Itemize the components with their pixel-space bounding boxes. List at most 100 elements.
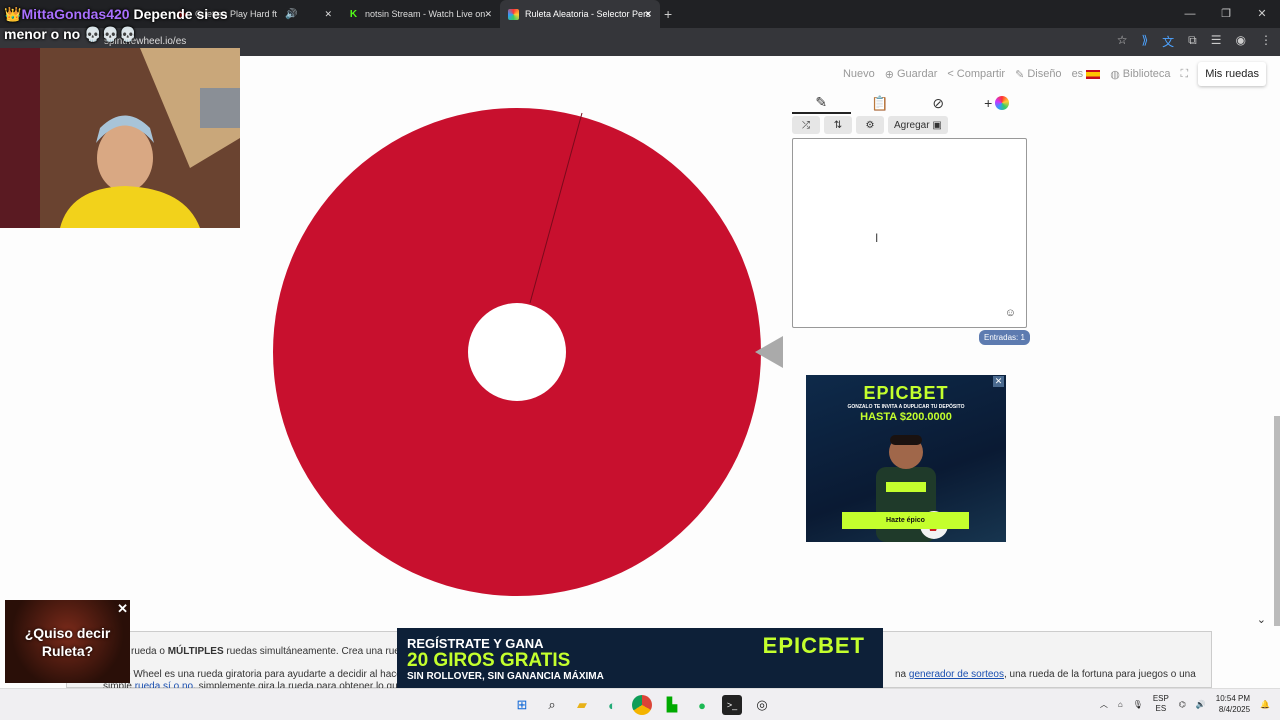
ad-cta-button[interactable]: Hazte épico bbox=[842, 512, 969, 529]
window-controls: — ❐ ✕ bbox=[1172, 0, 1280, 28]
spotify-icon[interactable]: ● bbox=[692, 695, 712, 715]
clock[interactable]: 10:54 PM 8/4/2025 bbox=[1216, 693, 1250, 715]
extension-icon[interactable]: ⟫ bbox=[1141, 33, 1148, 50]
text-frag: , una rueda de la fortuna para juegos o … bbox=[1003, 669, 1196, 680]
tab-label: notsin Stream - Watch Live on bbox=[365, 9, 486, 19]
obs-icon[interactable]: ◎ bbox=[752, 695, 772, 715]
menu-icon[interactable]: ⋮ bbox=[1260, 33, 1272, 50]
tab-kick[interactable]: K notsin Stream - Watch Live on ✕ bbox=[340, 0, 500, 28]
close-ad-icon[interactable]: ✕ bbox=[993, 376, 1004, 387]
new-tab-icon[interactable]: + bbox=[664, 6, 672, 22]
brush-icon: ✎ bbox=[1015, 68, 1025, 81]
tab-edit[interactable]: ✎ bbox=[792, 92, 851, 114]
kick-icon: K bbox=[349, 8, 358, 20]
minimize-icon[interactable]: — bbox=[1172, 0, 1208, 28]
ad-subtitle: GONZALO TE INVITA A DUPLICAR TU DEPÓSITO bbox=[847, 404, 965, 410]
color-wheel-icon bbox=[995, 96, 1010, 110]
roulette-overlay-card: ¿Quiso decir Ruleta? ✕ bbox=[5, 600, 130, 683]
shuffle-button[interactable]: ⤮ bbox=[792, 116, 820, 134]
spain-flag-icon bbox=[1086, 69, 1101, 79]
compartir-label: Compartir bbox=[956, 68, 1006, 80]
puzzle-icon[interactable]: ⧉ bbox=[1188, 33, 1197, 50]
translate-icon[interactable]: 文 bbox=[1162, 33, 1174, 50]
lang-code: ESP bbox=[1152, 694, 1169, 703]
mis-ruedas-button[interactable]: Mis ruedas bbox=[1198, 62, 1266, 86]
image-icon: ▣ bbox=[932, 119, 942, 131]
page-scrollbar[interactable] bbox=[1274, 416, 1280, 626]
sort-icon: ⇅ bbox=[833, 119, 843, 131]
side-ad-banner[interactable]: EPICBET GONZALO TE INVITA A DUPLICAR TU … bbox=[806, 375, 1006, 542]
description-line-2: e Wheel es una rueda giratoria para ayud… bbox=[125, 669, 414, 680]
windows-taskbar: ⊞ ⌕ ▰ ◐ ▙ ● >_ ◎ ︿ ⌂ 🎙 ESP ES ⌬ 🔊 10:54 P… bbox=[0, 688, 1280, 720]
wifi-icon[interactable]: ⌬ bbox=[1179, 700, 1186, 709]
lang-label: es bbox=[1071, 68, 1084, 80]
roulette-card-text: ¿Quiso decir Ruleta? bbox=[5, 624, 130, 660]
volume-icon[interactable]: 🔊 bbox=[1196, 700, 1206, 709]
wheel-svg bbox=[273, 108, 761, 596]
restore-icon[interactable]: ❐ bbox=[1208, 0, 1244, 28]
tab-add-wheel[interactable]: + bbox=[968, 92, 1027, 114]
biblioteca-label: Biblioteca bbox=[1122, 68, 1171, 80]
input-language[interactable]: ESP ES bbox=[1153, 694, 1169, 714]
wheel-favicon-icon bbox=[508, 8, 519, 20]
roulette-line-1: ¿Quiso decir bbox=[24, 625, 111, 641]
ad-line-1: REGÍSTRATE Y GANA bbox=[407, 636, 544, 651]
compartir-button[interactable]: < Compartir bbox=[947, 68, 1005, 80]
windows-start-icon[interactable]: ⊞ bbox=[512, 695, 532, 715]
spin-wheel[interactable] bbox=[272, 107, 762, 597]
settings-button[interactable]: ⚙ bbox=[856, 116, 884, 134]
entries-textarea[interactable]: I ☺ bbox=[792, 138, 1027, 328]
diseno-button[interactable]: ✎ Diseño bbox=[1015, 68, 1061, 81]
chevron-down-icon[interactable]: ⌄ bbox=[1257, 613, 1266, 626]
bottom-ad-banner[interactable]: REGÍSTRATE Y GANA 20 GIROS GRATIS SIN RO… bbox=[397, 628, 883, 688]
network-app-icon[interactable]: ⌂ bbox=[1118, 700, 1123, 709]
search-icon[interactable]: ⌕ bbox=[542, 695, 562, 715]
emoji-icon[interactable]: ☺ bbox=[1005, 307, 1016, 319]
agregar-image-button[interactable]: Agregar ▣ bbox=[888, 116, 948, 134]
fullscreen-icon[interactable]: ⛶ bbox=[1181, 68, 1189, 81]
globe-icon: ◍ bbox=[1110, 68, 1120, 81]
close-overlay-icon[interactable]: ✕ bbox=[117, 601, 128, 617]
wheel-center-hub[interactable] bbox=[468, 303, 566, 401]
agregar-label: Agregar bbox=[894, 119, 930, 131]
tray-chevron-icon[interactable]: ︿ bbox=[1100, 699, 1108, 710]
sort-button[interactable]: ⇅ bbox=[824, 116, 852, 134]
ad-line-3: SIN ROLLOVER, SIN GANANCIA MÁXIMA bbox=[407, 671, 604, 682]
close-tab-icon[interactable]: ✕ bbox=[484, 9, 492, 20]
text-frag: na bbox=[895, 669, 909, 680]
generador-link[interactable]: generador de sorteos bbox=[909, 669, 1004, 680]
tab-hidden[interactable]: ⊘ bbox=[909, 92, 968, 114]
entries-count-badge: Entradas: 1 bbox=[979, 330, 1030, 345]
chrome-icon[interactable] bbox=[632, 695, 652, 715]
terminal-icon[interactable]: >_ bbox=[722, 695, 742, 715]
speaker-icon[interactable]: 🔊 bbox=[285, 9, 297, 20]
media-icon[interactable]: ☰ bbox=[1211, 33, 1222, 50]
close-tab-icon[interactable]: ✕ bbox=[324, 9, 332, 20]
tab-label: Ruleta Aleatoria - Selector Pers bbox=[525, 9, 651, 19]
file-explorer-icon[interactable]: ▰ bbox=[572, 695, 592, 715]
edge-icon[interactable]: ◐ bbox=[602, 695, 622, 715]
ad-prize: HASTA $200.0000 bbox=[860, 411, 952, 423]
kick-app-icon[interactable]: ▙ bbox=[662, 695, 682, 715]
nuevo-button[interactable]: Nuevo bbox=[843, 68, 875, 80]
tab-spinthewheel[interactable]: Ruleta Aleatoria - Selector Pers ✕ bbox=[500, 0, 660, 28]
webcam-overlay bbox=[0, 48, 240, 228]
biblioteca-button[interactable]: ◍ Biblioteca bbox=[1110, 68, 1170, 81]
language-selector[interactable]: es bbox=[1072, 68, 1101, 80]
notification-icon[interactable]: 🔔 bbox=[1260, 700, 1270, 709]
tab-results[interactable]: 📋 bbox=[851, 92, 910, 114]
guardar-button[interactable]: ⊕ Guardar bbox=[885, 68, 938, 81]
chat-overlay-message: 👑MittaGondas420 Depende si es menor o no… bbox=[4, 4, 244, 44]
editor-toolbar: ⤮ ⇅ ⚙ Agregar ▣ bbox=[792, 116, 948, 134]
profile-icon[interactable]: ◉ bbox=[1236, 33, 1246, 50]
time: 10:54 PM bbox=[1215, 694, 1251, 703]
close-window-icon[interactable]: ✕ bbox=[1244, 0, 1280, 28]
guardar-label: Guardar bbox=[897, 68, 938, 80]
system-tray: ︿ ⌂ 🎙 ESP ES ⌬ 🔊 10:54 PM 8/4/2025 🔔 bbox=[1100, 693, 1270, 715]
bookmark-star-icon[interactable]: ☆ bbox=[1117, 33, 1128, 50]
mic-icon[interactable]: 🎙 bbox=[1133, 700, 1143, 709]
plus-icon: + bbox=[984, 95, 993, 111]
close-tab-icon[interactable]: ✕ bbox=[644, 9, 652, 20]
top-nav: Nuevo ⊕ Guardar < Compartir ✎ Diseño es ◍ Bi… bbox=[843, 62, 1266, 86]
roulette-line-2: Ruleta? bbox=[41, 643, 94, 659]
